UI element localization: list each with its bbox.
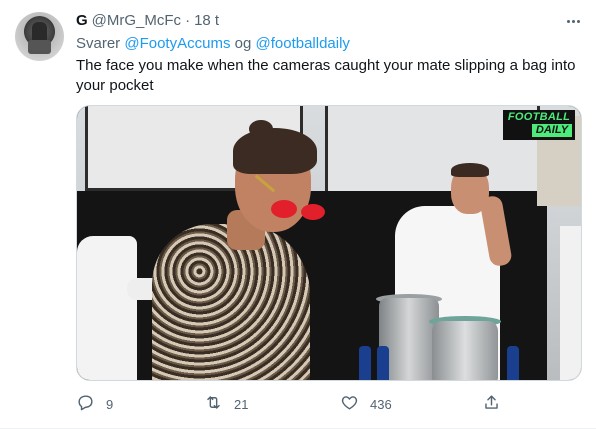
reply-button[interactable]: 9 bbox=[76, 393, 113, 415]
like-count: 436 bbox=[370, 396, 392, 412]
author-name[interactable]: G bbox=[76, 12, 88, 29]
media-bottle bbox=[507, 346, 519, 380]
replying-to: Svarer @FootyAccums og @footballdaily bbox=[76, 35, 350, 52]
reply-icon bbox=[76, 393, 95, 415]
football-daily-logo: FOOTBALL DAILY bbox=[503, 110, 575, 140]
mention-link-footballdaily[interactable]: @footballdaily bbox=[255, 35, 349, 52]
media-bottle bbox=[359, 346, 371, 380]
more-dot bbox=[571, 19, 575, 23]
media-guy-bun bbox=[249, 120, 273, 138]
header-separator: · bbox=[185, 12, 191, 29]
tweet-header: G @MrG_McFc · 18 t bbox=[76, 12, 219, 32]
more-dot bbox=[576, 19, 580, 23]
retweet-icon bbox=[204, 393, 223, 415]
reply-count: 9 bbox=[106, 396, 114, 412]
author-handle[interactable]: @MrG_McFc bbox=[92, 12, 181, 29]
tweet-timestamp[interactable]: 18 t bbox=[194, 12, 219, 29]
share-icon bbox=[482, 393, 501, 415]
avatar-figure-base bbox=[28, 40, 51, 54]
avatar[interactable] bbox=[15, 12, 64, 61]
replying-to-label: Svarer bbox=[76, 35, 121, 52]
media-person-right bbox=[560, 226, 581, 380]
heart-icon bbox=[340, 393, 359, 415]
media-man-hair bbox=[451, 163, 489, 177]
more-dot bbox=[566, 19, 570, 23]
media-urn bbox=[432, 321, 498, 380]
tweet-text: The face you make when the cameras caugh… bbox=[76, 57, 576, 94]
media-glasses-lens bbox=[301, 204, 325, 220]
logo-line-1: FOOTBALL bbox=[507, 111, 571, 123]
mention-link-footyaccums[interactable]: @FootyAccums bbox=[124, 35, 230, 52]
tweet-actions: 9 21 436 bbox=[76, 393, 506, 415]
logo-line-2: DAILY bbox=[532, 124, 572, 137]
media-guy-hair bbox=[233, 128, 317, 174]
media-bottle bbox=[377, 346, 389, 380]
retweet-count: 21 bbox=[234, 396, 249, 412]
like-button[interactable]: 436 bbox=[340, 393, 392, 415]
media-glasses-lens bbox=[271, 200, 297, 218]
tweet-card[interactable]: G @MrG_McFc · 18 t Svarer @FootyAccums o… bbox=[0, 0, 596, 429]
media-person-left bbox=[77, 236, 137, 380]
more-options-icon[interactable] bbox=[562, 12, 584, 30]
replying-to-joiner: og bbox=[234, 35, 252, 52]
share-button[interactable] bbox=[482, 393, 501, 415]
tweet-media-video[interactable]: FOOTBALL DAILY bbox=[76, 105, 582, 381]
retweet-button[interactable]: 21 bbox=[204, 393, 248, 415]
